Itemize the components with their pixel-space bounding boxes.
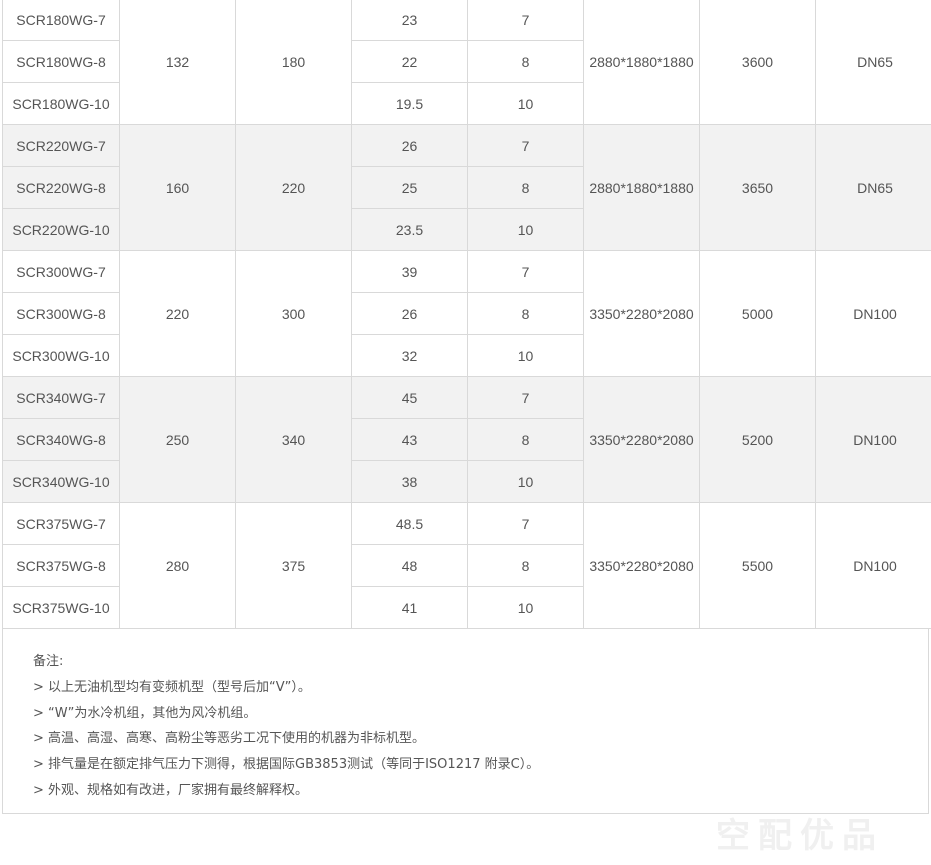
model-cell: SCR375WG-10 (2, 586, 120, 629)
flow-cell: 26 (351, 124, 468, 167)
note-line: > 高温、高湿、高寒、高粉尘等恶劣工况下使用的机器为非标机型。 (33, 731, 426, 746)
spec-cell: 180 (235, 0, 352, 125)
flow-cell: 32 (351, 334, 468, 377)
weight-cell: 5500 (699, 502, 816, 629)
model-cell: SCR220WG-7 (2, 124, 120, 167)
model-cell: SCR180WG-8 (2, 40, 120, 83)
model-cell: SCR300WG-10 (2, 334, 120, 377)
spec-cell: 250 (119, 376, 236, 503)
note-line: > 外观、规格如有改进，厂家拥有最终解释权。 (33, 783, 309, 798)
pressure-cell: 10 (467, 586, 584, 629)
dimensions-cell: 3350*2280*2080 (583, 250, 700, 377)
pressure-cell: 8 (467, 166, 584, 209)
spec-cell: 220 (119, 250, 236, 377)
pressure-cell: 8 (467, 418, 584, 461)
pressure-cell: 10 (467, 334, 584, 377)
weight-cell: 3650 (699, 124, 816, 251)
weight-cell: 5200 (699, 376, 816, 503)
flow-cell: 48 (351, 544, 468, 587)
flow-cell: 41 (351, 586, 468, 629)
model-cell: SCR300WG-8 (2, 292, 120, 335)
outlet-cell: DN100 (815, 376, 931, 503)
spec-table-body: SCR180WG-7 132 180 23 7 2880*1880*1880 3600 DN6… (2, 0, 931, 629)
flow-cell: 23 (351, 0, 468, 41)
outlet-cell: DN65 (815, 0, 931, 125)
pressure-cell: 7 (467, 124, 584, 167)
model-cell: SCR375WG-7 (2, 502, 120, 545)
flow-cell: 19.5 (351, 82, 468, 125)
dimensions-cell: 3350*2280*2080 (583, 376, 700, 503)
table-row: SCR340WG-7 250 340 45 7 3350*2280*2080 5200 DN1… (2, 376, 931, 503)
dimensions-cell: 2880*1880*1880 (583, 0, 700, 125)
note-line: > 排气量是在额定排气压力下测得，根据国际GB3853测试（等同于ISO1217… (33, 757, 540, 772)
pressure-cell: 7 (467, 502, 584, 545)
flow-cell: 43 (351, 418, 468, 461)
pressure-cell: 10 (467, 460, 584, 503)
spec-cell: 300 (235, 250, 352, 377)
flow-cell: 23.5 (351, 208, 468, 251)
spec-table: SCR180WG-7 132 180 23 7 2880*1880*1880 3600 DN6… (2, 0, 931, 629)
spec-cell: 280 (119, 502, 236, 629)
model-cell: SCR340WG-8 (2, 418, 120, 461)
spec-cell: 160 (119, 124, 236, 251)
table-row: SCR180WG-7 132 180 23 7 2880*1880*1880 3600 DN6… (2, 0, 931, 125)
flow-cell: 48.5 (351, 502, 468, 545)
flow-cell: 22 (351, 40, 468, 83)
pressure-cell: 7 (467, 376, 584, 419)
flow-cell: 45 (351, 376, 468, 419)
model-cell: SCR340WG-7 (2, 376, 120, 419)
dimensions-cell: 2880*1880*1880 (583, 124, 700, 251)
flow-cell: 26 (351, 292, 468, 335)
flow-cell: 38 (351, 460, 468, 503)
outlet-cell: DN65 (815, 124, 931, 251)
pressure-cell: 7 (467, 250, 584, 293)
spec-cell: 375 (235, 502, 352, 629)
spec-cell: 132 (119, 0, 236, 125)
model-cell: SCR180WG-7 (2, 0, 120, 41)
model-cell: SCR180WG-10 (2, 82, 120, 125)
table-row: SCR375WG-7 280 375 48.5 7 3350*2280*2080 5500 D… (2, 502, 931, 629)
model-cell: SCR220WG-10 (2, 208, 120, 251)
note-line: > 以上无油机型均有变频机型（型号后加“V”）。 (33, 680, 311, 695)
table-row: SCR220WG-7 160 220 26 7 2880*1880*1880 3650 DN6… (2, 124, 931, 251)
flow-cell: 25 (351, 166, 468, 209)
weight-cell: 5000 (699, 250, 816, 377)
dimensions-cell: 3350*2280*2080 (583, 502, 700, 629)
pressure-cell: 7 (467, 0, 584, 41)
pressure-cell: 8 (467, 544, 584, 587)
notes-title: 备注: (33, 654, 64, 669)
model-cell: SCR220WG-8 (2, 166, 120, 209)
table-row: SCR300WG-7 220 300 39 7 3350*2280*2080 5000 DN1… (2, 250, 931, 377)
outlet-cell: DN100 (815, 250, 931, 377)
pressure-cell: 8 (467, 292, 584, 335)
weight-cell: 3600 (699, 0, 816, 125)
pressure-cell: 10 (467, 82, 584, 125)
watermark-logo: 空配优品 (716, 816, 884, 856)
outlet-cell: DN100 (815, 502, 931, 629)
pressure-cell: 8 (467, 40, 584, 83)
flow-cell: 39 (351, 250, 468, 293)
model-cell: SCR375WG-8 (2, 544, 120, 587)
spec-cell: 340 (235, 376, 352, 503)
spec-cell: 220 (235, 124, 352, 251)
model-cell: SCR300WG-7 (2, 250, 120, 293)
pressure-cell: 10 (467, 208, 584, 251)
notes-section: 备注: > 以上无油机型均有变频机型（型号后加“V”）。 > “W”为水冷机组，… (2, 628, 929, 814)
note-line: > “W”为水冷机组，其他为风冷机组。 (33, 706, 257, 721)
model-cell: SCR340WG-10 (2, 460, 120, 503)
